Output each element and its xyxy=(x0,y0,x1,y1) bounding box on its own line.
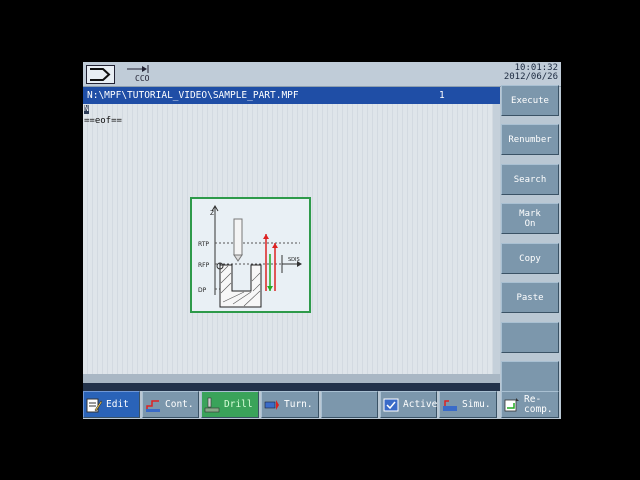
turning-softkey[interactable]: Turn. xyxy=(261,391,319,418)
turning-icon xyxy=(264,399,279,410)
paste-button[interactable]: Paste xyxy=(501,282,559,313)
active-softkey[interactable]: Active xyxy=(380,391,437,418)
jog-mode-icon xyxy=(86,65,115,84)
recompile-softkey[interactable]: Re- comp. xyxy=(501,391,559,418)
contour-softkey[interactable]: Cont. xyxy=(142,391,199,418)
vertical-softkey-7[interactable] xyxy=(501,322,559,353)
clock-date: 2012/06/26 xyxy=(503,72,558,82)
vertical-scrollbar[interactable] xyxy=(493,104,500,374)
hmi-screen: CCO 10:01:32 2012/06/26 N:\MPF\TUTORIAL_… xyxy=(83,62,561,419)
text-cursor: N xyxy=(84,104,89,114)
program-path-bar: N:\MPF\TUTORIAL_VIDEO\SAMPLE_PART.MPF 1 xyxy=(83,87,500,104)
status-bar: CCO 10:01:32 2012/06/26 xyxy=(83,62,561,87)
clock: 10:01:32 2012/06/26 xyxy=(504,64,558,82)
execute-button[interactable]: Execute xyxy=(501,85,559,116)
line-number: 1 xyxy=(439,90,445,101)
cursor-char: N xyxy=(84,104,89,113)
renumber-button[interactable]: Renumber xyxy=(501,124,559,155)
simulation-softkey-label: Simu. xyxy=(462,398,491,410)
copy-button[interactable]: Copy xyxy=(501,243,559,274)
edit-status-line xyxy=(83,374,500,383)
recompile-icon xyxy=(504,397,519,411)
contour-icon xyxy=(146,399,160,412)
drill-icon xyxy=(204,397,220,412)
drill-softkey-label: Drill xyxy=(224,398,253,410)
rtp-label: RTP xyxy=(198,241,209,248)
dp-label: DP xyxy=(198,287,207,294)
vertical-softkey-8[interactable] xyxy=(501,361,559,392)
active-softkey-label: Active xyxy=(403,398,438,410)
rfp-label: RFP xyxy=(198,262,210,269)
turning-softkey-label: Turn. xyxy=(284,398,313,410)
contour-softkey-label: Cont. xyxy=(165,398,194,410)
sdis-label: SDIS xyxy=(288,257,300,263)
drilling-help-image: Z RTP RFP DP SDIS xyxy=(190,197,311,313)
drill-softkey[interactable]: Drill xyxy=(201,391,259,418)
edit-icon xyxy=(86,398,102,412)
edit-softkey[interactable]: Edit xyxy=(83,391,140,418)
drilling-diagram: Z RTP RFP DP SDIS xyxy=(198,205,302,308)
search-button[interactable]: Search xyxy=(501,164,559,195)
active-icon xyxy=(383,398,399,411)
simulation-softkey[interactable]: Simu. xyxy=(439,391,497,418)
horizontal-softkey-5[interactable] xyxy=(321,391,378,418)
simulation-icon xyxy=(443,399,457,411)
end-of-file-marker: ==eof== xyxy=(84,116,122,126)
channel-icon: CCO xyxy=(124,64,154,84)
channel-label: CCO xyxy=(135,74,150,83)
mark-on-button[interactable]: Mark On xyxy=(501,203,559,234)
program-path: N:\MPF\TUTORIAL_VIDEO\SAMPLE_PART.MPF xyxy=(87,90,299,101)
recompile-softkey-label: Re- comp. xyxy=(524,393,553,415)
z-axis-label: Z xyxy=(210,210,214,217)
edit-softkey-label: Edit xyxy=(106,398,129,410)
